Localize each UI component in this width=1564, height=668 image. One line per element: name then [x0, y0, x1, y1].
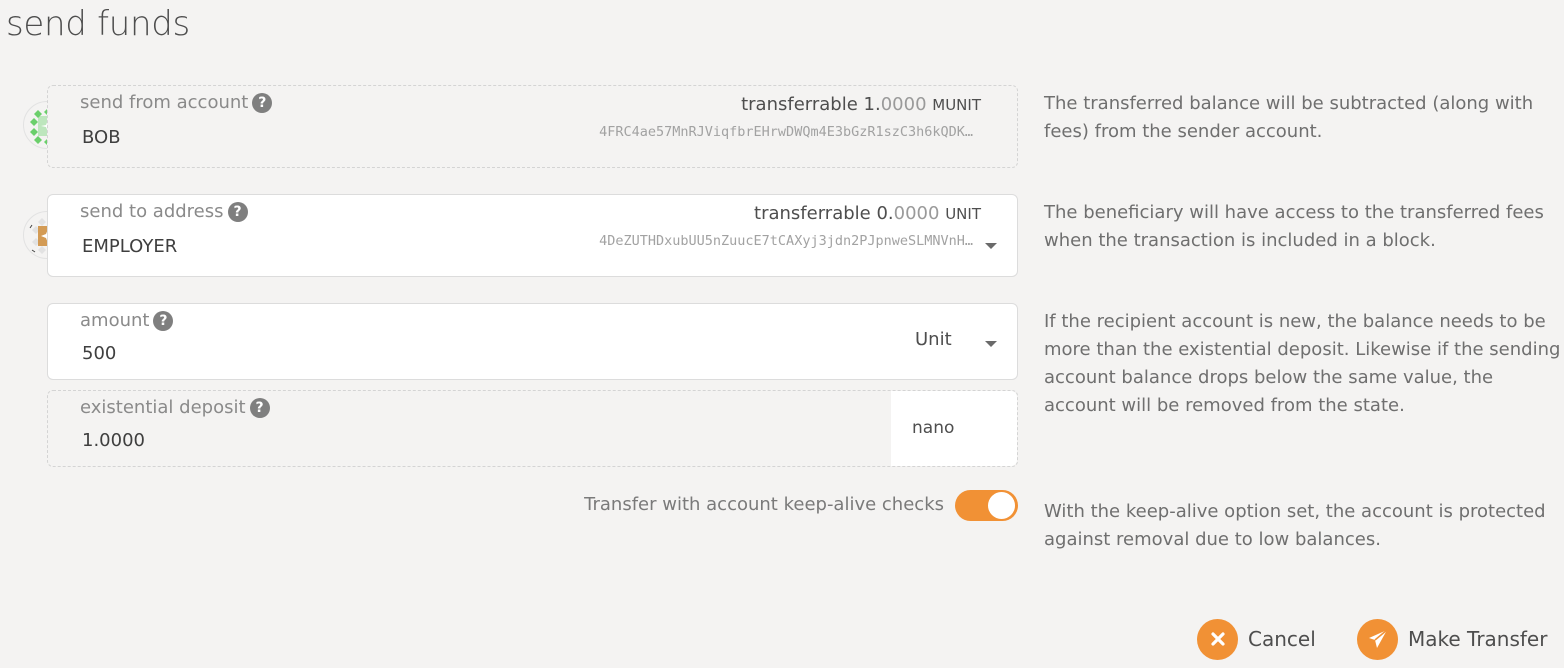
send-to-label: send to address: [80, 201, 224, 222]
amount-input[interactable]: 500: [82, 342, 116, 366]
existential-deposit-help-text: If the recipient account is new, the bal…: [1044, 311, 1561, 416]
send-to-label-row: send to address ?: [80, 200, 248, 224]
toggle-knob: [988, 492, 1015, 519]
balance-decimal: 0000: [893, 203, 940, 224]
amount-unit-select[interactable]: Unit: [891, 304, 1017, 379]
recipient-transferrable-balance: transferrable 0.0000 UNIT: [754, 202, 981, 226]
close-icon: [1197, 618, 1238, 660]
existential-deposit-unit: nano: [891, 391, 1017, 466]
question-circle-icon[interactable]: ?: [249, 398, 270, 418]
balance-unit: UNIT: [945, 205, 981, 223]
keep-alive-label: Transfer with account keep-alive checks: [584, 494, 944, 515]
send-from-label-row: send from account ?: [80, 91, 273, 115]
cancel-button[interactable]: Cancel: [1197, 618, 1316, 660]
sender-address: 4FRC4ae57MnRJViqfbrEHrwDWQm4E3bGzR1szC3h…: [599, 124, 973, 140]
balance-decimal: 0000: [880, 94, 927, 115]
keep-alive-toggle[interactable]: [955, 490, 1018, 521]
send-to-address-field[interactable]: send to address ? EMPLOYER transferrable…: [47, 194, 1018, 277]
balance-unit: MUNIT: [932, 96, 981, 114]
page-title: send funds: [6, 4, 190, 44]
chevron-down-icon[interactable]: [985, 243, 997, 249]
amount-unit-selected: Unit: [915, 329, 952, 350]
sender-account-name: BOB: [82, 127, 121, 148]
send-from-help-text: The transferred balance will be subtract…: [1044, 93, 1534, 142]
question-circle-icon[interactable]: ?: [153, 311, 174, 331]
question-circle-icon[interactable]: ?: [252, 93, 273, 113]
balance-integer: 0.: [876, 203, 894, 224]
amount-label: amount: [80, 310, 150, 331]
keep-alive-help-text: With the keep-alive option set, the acco…: [1044, 501, 1546, 550]
balance-label: transferrable: [754, 203, 871, 224]
balance-label: transferrable: [741, 94, 858, 115]
amount-field[interactable]: amount ? 500 Unit: [47, 303, 1018, 380]
balance-integer: 1.: [863, 94, 881, 115]
send-from-label: send from account: [80, 92, 249, 113]
send-to-help-text: The beneficiary will have access to the …: [1044, 202, 1544, 251]
existential-deposit-value: 1.0000: [82, 430, 145, 451]
existential-deposit-label-row: existential deposit ?: [80, 396, 270, 420]
cancel-button-label: Cancel: [1248, 627, 1316, 651]
chevron-down-icon[interactable]: [985, 341, 997, 347]
make-transfer-button-label: Make Transfer: [1408, 627, 1548, 651]
existential-deposit-field: existential deposit ? 1.0000 nano: [47, 390, 1018, 467]
send-funds-modal: send funds send from account ? BOB trans…: [0, 0, 1564, 668]
paper-plane-icon: [1357, 618, 1398, 660]
recipient-address: 4DeZUTHDxubUU5nZuucE7tCAXyj3jdn2PJpnweSL…: [599, 233, 973, 249]
send-from-account-field[interactable]: send from account ? BOB transferrable 1.…: [47, 85, 1018, 168]
recipient-account-name: EMPLOYER: [82, 236, 178, 257]
existential-deposit-unit-text: nano: [912, 418, 955, 438]
existential-deposit-label: existential deposit: [80, 397, 246, 418]
sender-transferrable-balance: transferrable 1.0000 MUNIT: [741, 93, 981, 117]
question-circle-icon[interactable]: ?: [227, 202, 248, 222]
amount-label-row: amount ?: [80, 309, 174, 333]
make-transfer-button[interactable]: Make Transfer: [1357, 618, 1547, 660]
